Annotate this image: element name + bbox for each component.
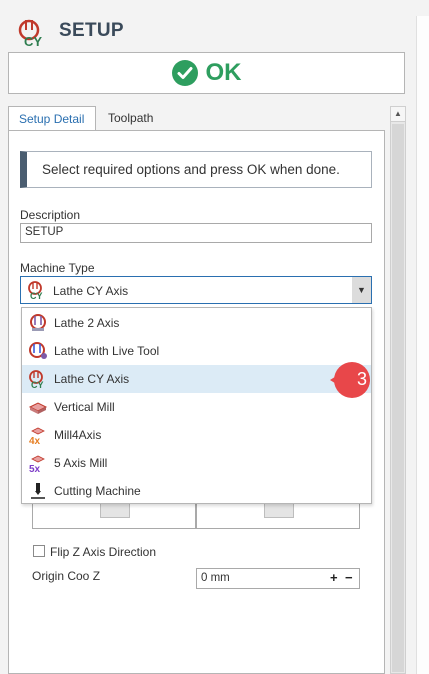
hint-text: Select required options and press OK whe…: [42, 162, 340, 177]
option-label: Mill4Axis: [54, 428, 102, 442]
option-lathe-2-axis[interactable]: Lathe 2 Axis: [22, 309, 371, 337]
svg-text:4x: 4x: [29, 436, 41, 445]
option-lathe-cy-axis[interactable]: CY Lathe CY Axis: [22, 365, 371, 393]
origin-z-value: 0 mm: [201, 572, 230, 584]
flip-z-label: Flip Z Axis Direction: [50, 545, 157, 559]
option-label: 5 Axis Mill: [54, 456, 108, 470]
option-mill-4-axis[interactable]: 4x Mill4Axis: [22, 421, 371, 449]
chevron-down-icon: ▼: [357, 285, 366, 295]
svg-text:5x: 5x: [29, 464, 41, 473]
ok-button[interactable]: OK: [8, 52, 405, 94]
svg-text:CY: CY: [30, 291, 43, 300]
lathe-live-tool-icon: [29, 342, 47, 359]
option-thumbnail-left: [100, 503, 130, 518]
app-title: SETUP: [59, 20, 124, 41]
increment-button[interactable]: +: [330, 570, 338, 585]
option-lathe-live-tool[interactable]: Lathe with Live Tool: [22, 337, 371, 365]
description-label: Description: [20, 208, 81, 222]
option-label: Lathe with Live Tool: [54, 344, 160, 358]
option-vertical-mill[interactable]: Vertical Mill: [22, 393, 371, 421]
option-label: Lathe CY Axis: [54, 372, 130, 386]
flip-z-checkbox[interactable]: [33, 545, 45, 557]
tab-setup-detail[interactable]: Setup Detail: [8, 106, 96, 130]
mill-4-axis-icon: 4x: [29, 427, 45, 445]
option-label: Lathe 2 Axis: [54, 316, 120, 330]
option-thumbnail-right: [264, 503, 294, 518]
app-logo-icon: CY: [18, 19, 42, 48]
mill-5-axis-icon: 5x: [29, 455, 45, 473]
option-cutting-machine[interactable]: Cutting Machine: [22, 477, 371, 505]
machine-type-dropdown: Lathe 2 Axis Lathe with Live Tool CY Lat…: [21, 307, 372, 504]
svg-text:CY: CY: [31, 380, 44, 389]
ok-label: OK: [205, 59, 242, 86]
svg-text:CY: CY: [24, 34, 42, 48]
description-input[interactable]: SETUP: [20, 223, 372, 243]
machine-type-value: Lathe CY Axis: [53, 284, 129, 298]
right-side-strip: [416, 16, 429, 674]
option-label: Vertical Mill: [54, 400, 115, 414]
decrement-button[interactable]: −: [345, 570, 353, 585]
check-circle-icon: [171, 60, 198, 86]
cutting-machine-icon: [31, 483, 45, 499]
tab-toolpath[interactable]: Toolpath: [98, 106, 168, 130]
lathe-cy-axis-icon: CY: [28, 281, 43, 300]
scroll-up-arrow-icon[interactable]: ▲: [390, 106, 406, 122]
machine-type-label: Machine Type: [20, 261, 95, 275]
callout-number: 3: [356, 369, 367, 389]
lathe-2-axis-icon: [30, 314, 46, 331]
option-label: Cutting Machine: [54, 484, 141, 498]
vertical-mill-icon: [28, 402, 48, 414]
origin-z-label: Origin Coo Z: [32, 569, 101, 583]
lathe-cy-axis-icon: CY: [29, 370, 44, 389]
option-mill-5-axis[interactable]: 5x 5 Axis Mill: [22, 449, 371, 477]
scrollbar-thumb[interactable]: [392, 124, 404, 672]
